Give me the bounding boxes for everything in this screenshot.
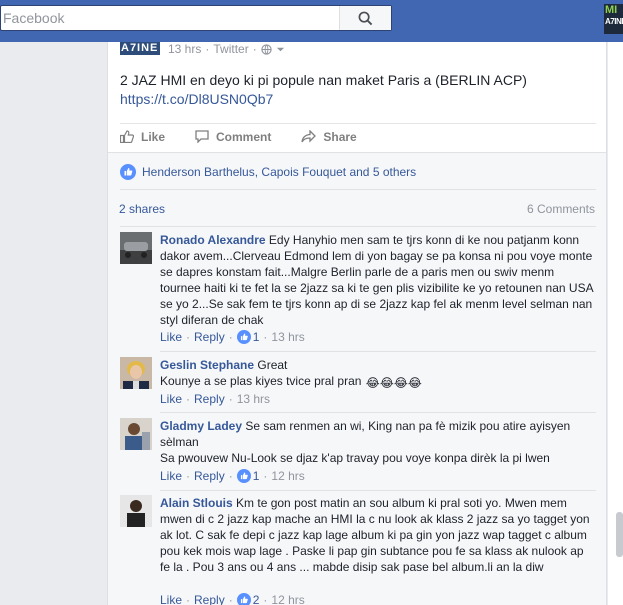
post-time[interactable]: 13 hrs [168, 42, 201, 56]
comment-time[interactable]: 12 hrs [271, 593, 304, 605]
thumbs-up-icon [120, 130, 134, 143]
avatar[interactable] [120, 495, 152, 527]
comment-body: Gladmy Ladey Se sam renmen an wi, King n… [160, 418, 596, 466]
comment-like-count[interactable]: 1 [236, 330, 260, 344]
divider [120, 226, 596, 227]
comment-body: Alain Stlouis Km te gon post matin an so… [160, 495, 596, 575]
shares-link[interactable]: 2 shares [119, 202, 165, 216]
post-text: 2 JAZ HMI en deyo ki pi popule nan maket… [120, 71, 590, 109]
comment-like-count[interactable]: 1 [236, 469, 260, 483]
post-meta: 13 hrs · Twitter · [168, 42, 285, 56]
comment-author[interactable]: Alain Stlouis [160, 496, 233, 510]
comment-like-link[interactable]: Like [160, 469, 182, 483]
comment-time[interactable]: 13 hrs [237, 392, 270, 406]
post-actions: Like Comment Share [120, 123, 596, 149]
footer-dot: · [186, 593, 191, 605]
top-navigation-bar: MI A7INE [0, 0, 623, 42]
scrollbar-thumb[interactable] [616, 512, 623, 557]
footer-dot: · [228, 330, 233, 344]
share-icon [301, 130, 317, 143]
comment-divider [160, 490, 596, 491]
footer-dot: · [263, 593, 268, 605]
comment-footer: Like · Reply · 13 hrs [160, 392, 270, 406]
post-link[interactable]: https://t.co/Dl8USN0Qb7 [120, 90, 590, 109]
comment-body: Geslin Stephane Great Kounye a se plas k… [160, 357, 596, 391]
share-button[interactable]: Share [301, 129, 357, 144]
comment-like-link[interactable]: Like [160, 392, 182, 406]
meta-dot: · [205, 42, 210, 56]
comment-author[interactable]: Geslin Stephane [160, 358, 254, 372]
divider [120, 189, 596, 190]
like-label: Like [141, 129, 166, 144]
like-count: 1 [252, 330, 260, 344]
avatar[interactable] [120, 357, 152, 389]
feedback-section: Henderson Barthelus, Capois Fouquet and … [108, 152, 606, 605]
share-label: Share [323, 129, 357, 144]
comment-text: Edy Hanyhio men sam te tjrs konn di ke n… [160, 233, 593, 327]
avatar[interactable] [120, 232, 152, 264]
comment-reply-link[interactable]: Reply [194, 392, 225, 406]
meta-dot: · [252, 42, 257, 56]
comment-divider [160, 412, 596, 413]
comment-reply-link[interactable]: Reply [194, 469, 225, 483]
comment-text-line2: Kounye a se plas kiyes tvice pral pran 😂… [160, 373, 596, 391]
comment-like-link[interactable]: Like [160, 330, 182, 344]
footer-dot: · [228, 593, 233, 605]
laughing-emoji-icon: 😂😂😂😂 [365, 376, 422, 390]
comment-label: Comment [216, 129, 272, 144]
comment-like-count[interactable]: 2 [236, 593, 260, 605]
search-button[interactable] [339, 6, 391, 30]
like-reaction-icon [236, 330, 251, 344]
comment-footer: Like · Reply · 1 · 12 hrs [160, 469, 305, 483]
like-reaction-icon [236, 469, 251, 483]
comment-text-line2: Sa pwouvew Nu-Look se djaz k'ap travay p… [160, 451, 550, 465]
like-reaction-icon [236, 593, 251, 605]
brand-line2: A7INE [605, 17, 623, 26]
comment-icon [195, 130, 209, 143]
like-reaction-icon [120, 164, 136, 180]
comment-button[interactable]: Comment [195, 130, 271, 144]
like-count: 2 [252, 593, 260, 605]
comment-time[interactable]: 13 hrs [271, 330, 304, 344]
comment-divider [160, 351, 596, 352]
comment-text: Kounye a se plas kiyes tvice pral pran [160, 374, 362, 388]
brand-line1: MI [605, 4, 618, 16]
comment-like-link[interactable]: Like [160, 593, 182, 605]
comment-text: Great [257, 358, 288, 372]
comment-author[interactable]: Gladmy Ladey [160, 419, 242, 433]
profile-page-logo[interactable]: MI A7INE [604, 4, 623, 34]
post-body: 2 JAZ HMI en deyo ki pi popule nan maket… [120, 72, 527, 88]
footer-dot: · [186, 330, 191, 344]
search-icon [358, 11, 373, 25]
comment-footer: Like · Reply · 1 · 13 hrs [160, 330, 305, 344]
footer-dot: · [263, 469, 268, 483]
comments-count[interactable]: 6 Comments [527, 202, 595, 216]
comment-footer: Like · Reply · 2 · 12 hrs [160, 593, 305, 605]
comment-reply-link[interactable]: Reply [194, 330, 225, 344]
like-count: 1 [252, 469, 260, 483]
like-button[interactable]: Like [120, 130, 165, 144]
comment-reply-link[interactable]: Reply [194, 593, 225, 605]
likers-text[interactable]: Henderson Barthelus, Capois Fouquet and … [142, 165, 416, 179]
comment-author[interactable]: Ronado Alexandre [160, 233, 266, 247]
comment-time[interactable]: 12 hrs [271, 469, 304, 483]
footer-dot: · [263, 330, 268, 344]
footer-dot: · [186, 469, 191, 483]
avatar[interactable] [120, 418, 152, 450]
globe-icon[interactable] [261, 43, 272, 55]
search-input[interactable] [1, 6, 341, 30]
chevron-down-icon[interactable] [276, 45, 285, 54]
post-card: A7INE 13 hrs · Twitter · 2 JAZ HMI en de… [107, 42, 607, 605]
reactions-summary[interactable]: Henderson Barthelus, Capois Fouquet and … [120, 164, 416, 180]
right-sidebar-edge [608, 42, 623, 605]
comment-body: Ronado Alexandre Edy Hanyhio men sam te … [160, 232, 596, 328]
footer-dot: · [228, 392, 233, 406]
search-box[interactable] [0, 5, 392, 31]
post-via[interactable]: Twitter [213, 42, 248, 56]
page-logo[interactable]: A7INE [120, 42, 160, 55]
footer-dot: · [228, 469, 233, 483]
footer-dot: · [186, 392, 191, 406]
